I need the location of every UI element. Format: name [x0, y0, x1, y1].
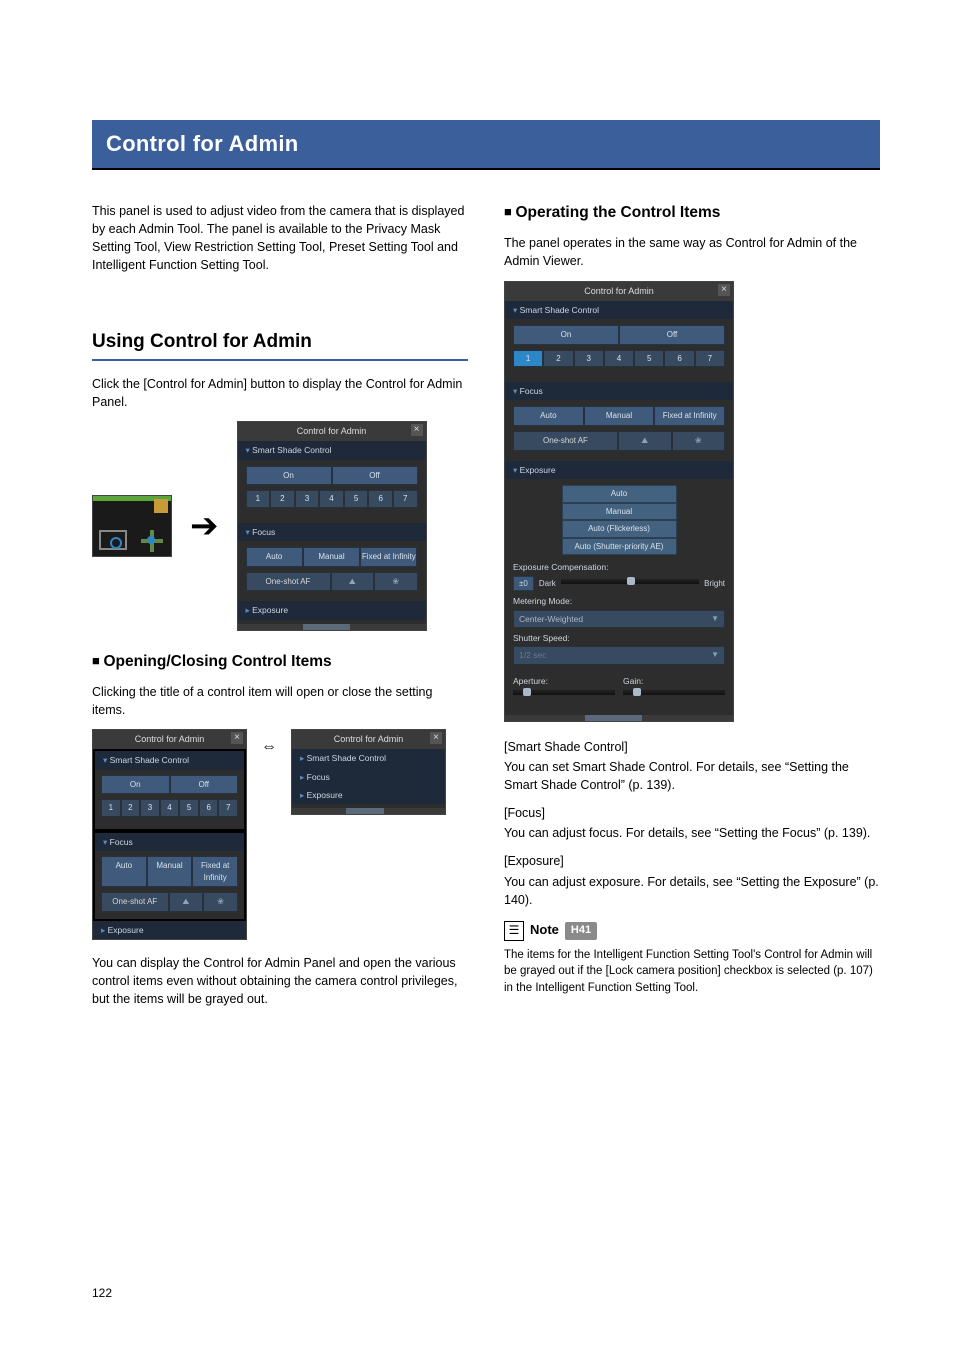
- double-arrow-icon: ⇔: [261, 735, 277, 758]
- near-icon[interactable]: ⛰: [618, 431, 672, 451]
- section-exposure[interactable]: Exposure: [505, 461, 733, 479]
- note-label: Note: [530, 921, 559, 940]
- section-ssc[interactable]: Smart Shade Control: [238, 441, 426, 459]
- note-icon: ☰: [504, 921, 524, 941]
- close-icon[interactable]: ×: [411, 424, 423, 436]
- ssc-body: You can set Smart Shade Control. For det…: [504, 758, 880, 794]
- far-icon[interactable]: ❀: [672, 431, 726, 451]
- section-focus[interactable]: Focus: [238, 523, 426, 541]
- ssc-on[interactable]: On: [513, 325, 619, 345]
- gain-slider[interactable]: [623, 690, 725, 695]
- focus-auto[interactable]: Auto: [513, 406, 584, 426]
- control-panel-full: Control for Admin× Smart Shade Control O…: [504, 281, 734, 722]
- section-focus[interactable]: Focus: [505, 382, 733, 400]
- focus-fixed[interactable]: Fixed at Infinity: [654, 406, 725, 426]
- shutter-label: Shutter Speed:: [513, 632, 725, 644]
- section-ssc[interactable]: Smart Shade Control: [505, 301, 733, 319]
- page-title-bar: Control for Admin: [92, 120, 880, 170]
- exp-auto[interactable]: Auto: [562, 485, 677, 503]
- metering-label: Metering Mode:: [513, 595, 725, 607]
- camera-preview-icon: [92, 495, 172, 557]
- open-close-paragraph: Clicking the title of a control item wil…: [92, 683, 468, 719]
- ssc-off[interactable]: Off: [619, 325, 725, 345]
- aperture-slider[interactable]: [513, 690, 615, 695]
- control-panel-preview: Control for Admin × Smart Shade Control …: [237, 421, 427, 630]
- exp-shutter-priority[interactable]: Auto (Shutter-priority AE): [562, 538, 677, 556]
- panel-expanded-small: Control for Admin× Smart Shade Control O…: [92, 729, 247, 940]
- toggle-comparison: Control for Admin× Smart Shade Control O…: [92, 729, 468, 940]
- note-text: The items for the Intelligent Function S…: [504, 947, 880, 997]
- shutter-select[interactable]: 1/2 sec▼: [513, 646, 725, 664]
- exposure-body: You can adjust exposure. For details, se…: [504, 873, 880, 909]
- ssc-head: [Smart Shade Control]: [504, 738, 880, 756]
- metering-select[interactable]: Center-Weighted▼: [513, 610, 725, 628]
- page-number: 122: [92, 1285, 112, 1302]
- close-icon[interactable]: ×: [718, 284, 730, 296]
- using-heading: Using Control for Admin: [92, 328, 468, 361]
- section-exposure[interactable]: Exposure: [238, 601, 426, 619]
- exp-comp-slider[interactable]: [561, 579, 699, 584]
- operating-heading: Operating the Control Items: [504, 202, 880, 224]
- focus-manual[interactable]: Manual: [584, 406, 655, 426]
- intro-paragraph: This panel is used to adjust video from …: [92, 202, 468, 275]
- exp-comp-label: Exposure Compensation:: [513, 561, 725, 573]
- gain-label: Gain:: [623, 675, 725, 687]
- exp-comp-value: ±0: [513, 576, 534, 592]
- arrow-right-icon: ➔: [190, 509, 219, 543]
- one-shot-af-button[interactable]: One-shot AF: [513, 431, 618, 451]
- click-paragraph: Click the [Control for Admin] button to …: [92, 375, 468, 411]
- aperture-label: Aperture:: [513, 675, 615, 687]
- exposure-head: [Exposure]: [504, 852, 880, 870]
- panel-collapsed-small: Control for Admin× Smart Shade Control F…: [291, 729, 446, 815]
- thumbnail-row: ➔ Control for Admin × Smart Shade Contro…: [92, 421, 468, 630]
- close-icon[interactable]: ×: [430, 732, 442, 744]
- focus-head: [Focus]: [504, 804, 880, 822]
- operating-paragraph: The panel operates in the same way as Co…: [504, 234, 880, 270]
- exp-flickerless[interactable]: Auto (Flickerless): [562, 520, 677, 538]
- focus-body: You can adjust focus. For details, see “…: [504, 824, 880, 842]
- model-tag: H41: [565, 922, 597, 940]
- grayed-out-paragraph: You can display the Control for Admin Pa…: [92, 954, 468, 1008]
- exp-manual[interactable]: Manual: [562, 503, 677, 521]
- close-icon[interactable]: ×: [231, 732, 243, 744]
- open-close-heading: Opening/Closing Control Items: [92, 651, 468, 673]
- panel-title: Control for Admin ×: [238, 422, 426, 441]
